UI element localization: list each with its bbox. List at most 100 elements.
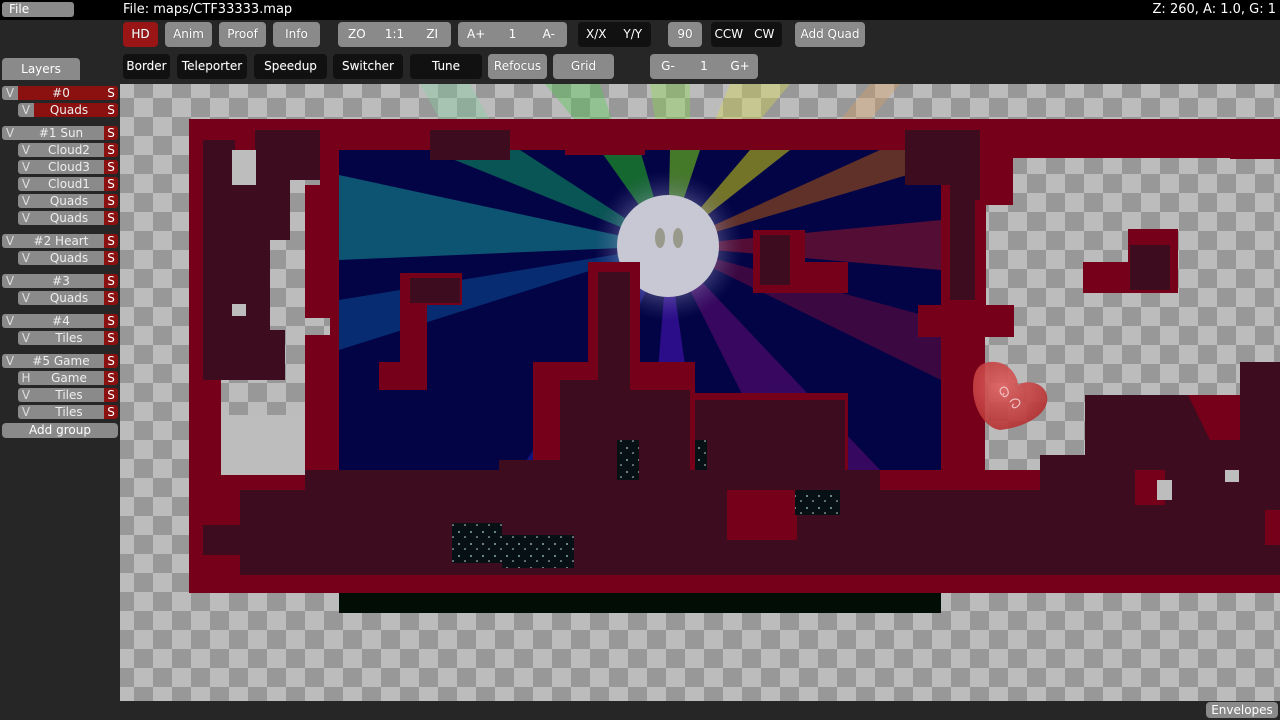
group-name[interactable]: #4	[18, 314, 104, 328]
rotation-amount-field[interactable]: 90	[668, 22, 702, 47]
rotate-ccw-button[interactable]: CCW	[711, 22, 747, 47]
layer-visibility-toggle[interactable]: V	[18, 160, 34, 174]
layer-solo-toggle[interactable]: S	[104, 103, 118, 117]
rotate-cw-button[interactable]: CW	[747, 22, 783, 47]
layer-solo-toggle[interactable]: S	[104, 177, 118, 191]
group-visibility-toggle[interactable]: V	[2, 354, 18, 368]
layer-visibility-toggle[interactable]: V	[18, 251, 34, 265]
group-name[interactable]: #1 Sun	[18, 126, 104, 140]
envelopes-button[interactable]: Envelopes	[1206, 702, 1278, 718]
layer-row[interactable]: H Game S	[18, 371, 118, 385]
layer-visibility-toggle[interactable]: V	[18, 143, 34, 157]
layer-group-row[interactable]: V #4 S	[2, 314, 118, 328]
layer-solo-toggle[interactable]: S	[104, 160, 118, 174]
border-button[interactable]: Border	[123, 54, 170, 79]
layer-visibility-toggle[interactable]: V	[18, 194, 34, 208]
layer-solo-toggle[interactable]: S	[104, 331, 118, 345]
layer-solo-toggle[interactable]: S	[104, 388, 118, 402]
tune-button[interactable]: Tune	[410, 54, 482, 79]
group-visibility-toggle[interactable]: V	[2, 274, 18, 288]
map-viewport[interactable]	[120, 84, 1280, 701]
zoom-out-button[interactable]: ZO	[338, 22, 376, 47]
group-solo-toggle[interactable]: S	[104, 274, 118, 288]
layer-visibility-toggle[interactable]: V	[18, 177, 34, 191]
layer-visibility-toggle[interactable]: V	[18, 291, 34, 305]
layer-name[interactable]: Tiles	[34, 331, 104, 345]
group-solo-toggle[interactable]: S	[104, 86, 118, 100]
layer-row[interactable]: V Tiles S	[18, 405, 118, 419]
layer-group-row[interactable]: V #5 Game S	[2, 354, 118, 368]
layer-name[interactable]: Tiles	[34, 405, 104, 419]
zoom-reset-button[interactable]: 1:1	[376, 22, 414, 47]
layer-name[interactable]: Cloud2	[34, 143, 104, 157]
layer-name[interactable]: Tiles	[34, 388, 104, 402]
layer-solo-toggle[interactable]: S	[104, 291, 118, 305]
zoom-in-button[interactable]: ZI	[413, 22, 451, 47]
layer-name[interactable]: Quads	[34, 194, 104, 208]
layer-group-row[interactable]: V #2 Heart S	[2, 234, 118, 248]
layers-tab[interactable]: Layers	[2, 58, 80, 80]
layer-solo-toggle[interactable]: S	[104, 211, 118, 225]
layer-visibility-toggle[interactable]: H	[18, 371, 34, 385]
group-name[interactable]: #0	[18, 86, 104, 100]
anim-faster-button[interactable]: A+	[458, 22, 494, 47]
layer-visibility-toggle[interactable]: V	[18, 405, 34, 419]
layer-visibility-toggle[interactable]: V	[18, 388, 34, 402]
layer-name[interactable]: Quads	[34, 291, 104, 305]
layer-name[interactable]: Quads	[34, 103, 104, 117]
group-visibility-toggle[interactable]: V	[2, 126, 18, 140]
layer-name[interactable]: Cloud3	[34, 160, 104, 174]
anim-toggle-button[interactable]: Anim	[165, 22, 212, 47]
grid-decrease-button[interactable]: G-	[650, 54, 686, 79]
speedup-button[interactable]: Speedup	[254, 54, 327, 79]
layer-name[interactable]: Cloud1	[34, 177, 104, 191]
group-visibility-toggle[interactable]: V	[2, 314, 18, 328]
layer-row[interactable]: V Cloud3 S	[18, 160, 118, 174]
group-solo-toggle[interactable]: S	[104, 314, 118, 328]
group-solo-toggle[interactable]: S	[104, 234, 118, 248]
file-menu-button[interactable]: File	[2, 2, 74, 17]
layer-name[interactable]: Quads	[34, 251, 104, 265]
layer-row[interactable]: V Tiles S	[18, 388, 118, 402]
grid-toggle-button[interactable]: Grid	[553, 54, 614, 79]
group-name[interactable]: #2 Heart	[18, 234, 104, 248]
layer-visibility-toggle[interactable]: V	[18, 103, 34, 117]
grid-increase-button[interactable]: G+	[722, 54, 758, 79]
anim-slower-button[interactable]: A-	[531, 22, 567, 47]
layer-solo-toggle[interactable]: S	[104, 251, 118, 265]
layer-row[interactable]: V Quads S	[18, 211, 118, 225]
layer-row[interactable]: V Quads S	[18, 194, 118, 208]
layer-row[interactable]: V Quads S	[18, 291, 118, 305]
proof-toggle-button[interactable]: Proof	[219, 22, 266, 47]
layer-group-row[interactable]: V #3 S	[2, 274, 118, 288]
group-solo-toggle[interactable]: S	[104, 126, 118, 140]
layer-solo-toggle[interactable]: S	[104, 143, 118, 157]
add-quad-button[interactable]: Add Quad	[795, 22, 865, 47]
group-solo-toggle[interactable]: S	[104, 354, 118, 368]
hd-toggle-button[interactable]: HD	[123, 22, 158, 47]
layer-solo-toggle[interactable]: S	[104, 194, 118, 208]
layer-row[interactable]: V Quads S	[18, 251, 118, 265]
layer-visibility-toggle[interactable]: V	[18, 211, 34, 225]
layer-visibility-toggle[interactable]: V	[18, 331, 34, 345]
group-visibility-toggle[interactable]: V	[2, 86, 18, 100]
group-name[interactable]: #3	[18, 274, 104, 288]
layer-name[interactable]: Quads	[34, 211, 104, 225]
layer-row[interactable]: V Cloud2 S	[18, 143, 118, 157]
flip-x-button[interactable]: X/X	[578, 22, 615, 47]
flip-y-button[interactable]: Y/Y	[615, 22, 652, 47]
add-group-button[interactable]: Add group	[2, 423, 118, 438]
info-toggle-button[interactable]: Info	[273, 22, 320, 47]
layer-row[interactable]: V Quads S	[18, 103, 118, 117]
layer-row[interactable]: V Tiles S	[18, 331, 118, 345]
teleporter-button[interactable]: Teleporter	[177, 54, 247, 79]
layer-group-row[interactable]: V #1 Sun S	[2, 126, 118, 140]
group-visibility-toggle[interactable]: V	[2, 234, 18, 248]
layer-row[interactable]: V Cloud1 S	[18, 177, 118, 191]
refocus-button[interactable]: Refocus	[488, 54, 547, 79]
switcher-button[interactable]: Switcher	[333, 54, 403, 79]
layer-solo-toggle[interactable]: S	[104, 405, 118, 419]
layer-name[interactable]: Game	[34, 371, 104, 385]
layer-solo-toggle[interactable]: S	[104, 371, 118, 385]
group-name[interactable]: #5 Game	[18, 354, 104, 368]
